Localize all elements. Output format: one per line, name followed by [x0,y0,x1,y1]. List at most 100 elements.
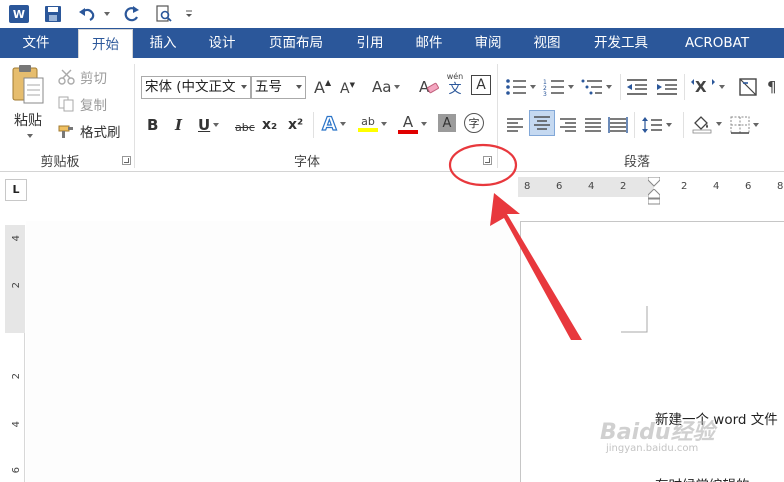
justify-button[interactable] [583,114,603,136]
group-separator [497,64,498,168]
tab-review[interactable]: 审阅 [465,28,511,58]
align-center-icon [534,116,550,130]
subscript-button[interactable]: x₂ [262,114,277,136]
decrease-indent-button[interactable] [626,76,648,98]
shrink-font-button[interactable]: A ▼ [340,78,355,100]
clipboard-dialog-launcher[interactable] [122,156,131,165]
tab-acrobat[interactable]: ACROBAT [672,28,762,58]
font-name-value: 宋体 (中文正文 [145,79,236,95]
ruler-number: 8 [777,181,784,192]
cut-button[interactable]: 剪切 [58,67,107,87]
borders-button[interactable] [730,114,759,136]
customize-icon[interactable] [182,4,196,24]
highlight-button[interactable]: ab [358,112,387,136]
ruler-number: 2 [620,181,627,192]
distributed-icon [608,117,628,133]
format-painter-button[interactable]: 格式刷 [58,121,121,141]
tab-home[interactable]: 开始 [78,29,133,58]
ruler-number: 8 [524,181,531,192]
watermark-logo: Baidu经验 [600,420,715,445]
first-line-indent-marker[interactable] [648,177,660,187]
grow-font-button[interactable]: A ▲ [314,76,331,98]
superscript-button[interactable]: x² [288,114,303,136]
tab-developer[interactable]: 开发工具 [583,28,659,58]
tab-file[interactable]: 文件 [0,28,72,58]
shading-button[interactable] [691,112,722,136]
strikethrough-icon: abc [235,120,255,134]
italic-button[interactable]: I [175,114,182,136]
align-left-button[interactable] [505,114,525,136]
ruler-number: 2 [11,373,22,380]
clear-formatting-button[interactable]: A [418,76,440,98]
increase-indent-icon [657,79,677,95]
bold-icon: B [147,116,159,134]
ruler-number: 4 [11,235,22,242]
show-hide-button[interactable]: ¶ [767,76,777,98]
print-preview-icon[interactable] [153,4,175,24]
bullets-icon [506,79,526,95]
redo-icon[interactable] [120,4,142,24]
tab-page-layout[interactable]: 页面布局 [258,28,334,58]
save-icon[interactable] [42,4,64,24]
paste-button[interactable]: 粘贴 [8,64,48,144]
tab-design[interactable]: 设计 [199,28,245,58]
text-effects-icon: A [321,112,337,135]
change-case-button[interactable]: Aa [372,76,401,98]
align-right-button[interactable] [558,114,578,136]
paragraph-inner-separator [620,74,621,100]
vertical-ruler[interactable]: 4 2 2 4 6 [5,225,25,482]
subscript-icon: x₂ [262,117,278,133]
ruler-row: L 8 6 4 2 2 4 6 8 [0,173,784,221]
distributed-button[interactable] [608,114,628,136]
align-left-icon [507,118,523,132]
tab-mailings[interactable]: 邮件 [406,28,452,58]
tab-selector-button[interactable]: L [5,179,27,201]
ruler-number: 4 [588,181,595,192]
strikethrough-button[interactable]: abc [235,116,255,138]
clipboard-group-label: 剪贴板 [40,155,80,170]
format-painter-label: 格式刷 [80,125,121,141]
undo-icon[interactable] [76,4,98,24]
document-line[interactable]: 有时候常编辑的， [655,474,763,482]
font-size-combo[interactable]: 五号 [251,76,306,99]
ribbon-tabs: 文件 开始 插入 设计 页面布局 引用 邮件 审阅 视图 开发工具 ACROBA… [0,28,784,58]
tab-insert[interactable]: 插入 [140,28,186,58]
increase-indent-button[interactable] [656,76,678,98]
character-border-button[interactable]: A [471,75,491,95]
clear-formatting-icon: A [419,78,439,96]
ribbon-home: 粘贴 剪切 复制 格式刷 剪贴板 宋体 (中文正文 五号 A ▲ A ▼ Aa A … [0,58,784,172]
text-effects-button[interactable]: A [321,112,346,136]
italic-icon: I [175,116,183,134]
cut-label: 剪切 [80,71,107,87]
underline-button[interactable]: U [198,114,220,136]
copy-button[interactable]: 复制 [58,94,107,114]
tab-view[interactable]: 视图 [524,28,570,58]
enclose-characters-icon: 字 [468,117,480,130]
phonetic-pinyin: wén [446,72,464,81]
font-size-dropdown-icon [296,85,302,89]
chinese-layout-button[interactable] [737,76,759,98]
paste-dropdown-icon[interactable] [26,134,33,138]
enclose-characters-button[interactable]: 字 [464,113,484,133]
line-spacing-button[interactable] [641,114,672,136]
text-direction-button[interactable]: X [690,76,725,98]
multilevel-list-button[interactable] [581,76,612,98]
undo-dropdown-icon[interactable] [100,4,110,24]
font-name-combo[interactable]: 宋体 (中文正文 [141,76,251,99]
ruler-number: 2 [681,181,688,192]
horizontal-ruler[interactable]: 8 6 4 2 2 4 6 8 [518,177,784,205]
phonetic-char: 文 [448,82,462,97]
align-center-button[interactable] [529,110,555,136]
bold-button[interactable]: B [147,114,158,136]
phonetic-guide-button[interactable]: wén 文 [443,72,467,100]
tab-references[interactable]: 引用 [347,28,393,58]
svg-text:W: W [13,8,25,21]
character-shading-button[interactable]: A [438,114,456,132]
numbering-icon: 123 [543,79,564,96]
font-dialog-launcher[interactable] [483,156,492,165]
numbering-button[interactable]: 123 [543,76,574,98]
hanging-indent-marker[interactable] [648,189,660,205]
align-right-icon [560,118,576,132]
bullets-button[interactable] [505,76,536,98]
font-color-button[interactable]: A [398,112,427,136]
